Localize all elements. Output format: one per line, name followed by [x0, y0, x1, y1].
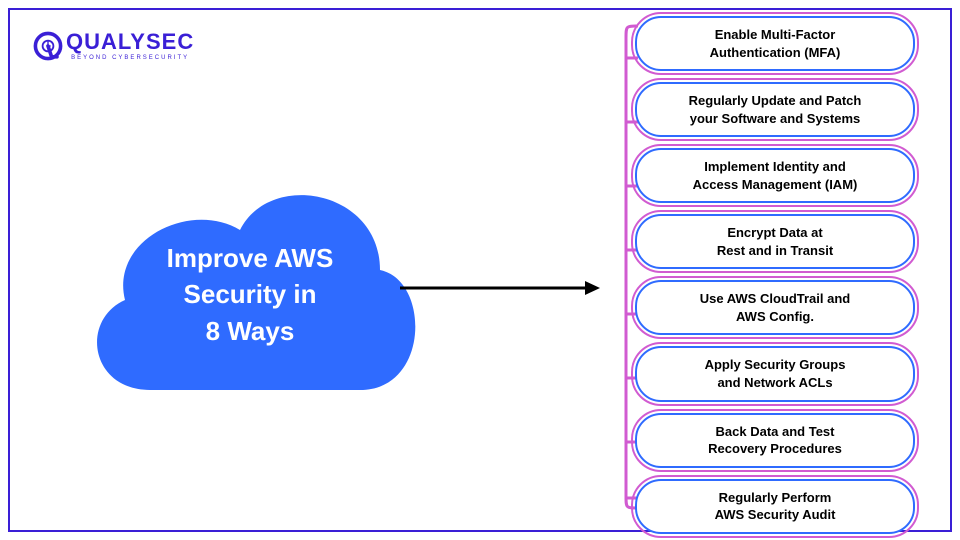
brand-logo: QUALYSEC BEYOND CYBERSECURITY	[30, 28, 194, 64]
list-item: Implement Identity andAccess Management …	[635, 148, 915, 203]
arrow-icon	[400, 278, 600, 298]
ways-list: Enable Multi-FactorAuthentication (MFA) …	[635, 16, 915, 534]
cloud-title: Improve AWSSecurity in8 Ways	[80, 240, 420, 349]
list-item: Regularly PerformAWS Security Audit	[635, 479, 915, 534]
logo-sub-text: BEYOND CYBERSECURITY	[66, 55, 194, 61]
list-item: Regularly Update and Patchyour Software …	[635, 82, 915, 137]
list-item: Apply Security Groupsand Network ACLs	[635, 346, 915, 401]
logo-main-text: QUALYSEC	[66, 31, 194, 53]
list-item: Encrypt Data atRest and in Transit	[635, 214, 915, 269]
logo-q-icon	[30, 28, 66, 64]
cloud-shape: Improve AWSSecurity in8 Ways	[80, 160, 420, 420]
list-item: Back Data and TestRecovery Procedures	[635, 413, 915, 468]
list-item: Use AWS CloudTrail andAWS Config.	[635, 280, 915, 335]
list-item: Enable Multi-FactorAuthentication (MFA)	[635, 16, 915, 71]
